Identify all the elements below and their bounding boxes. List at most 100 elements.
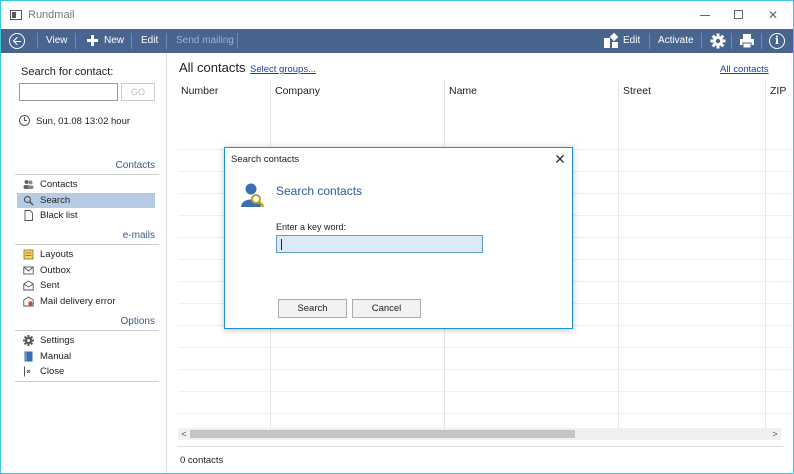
column-header-company[interactable]: Company	[275, 85, 320, 97]
status-divider	[178, 446, 783, 447]
table-row	[178, 391, 793, 392]
app-window: Rundmail ✕ View New Edit Send mailing Ed…	[0, 0, 794, 474]
layout-icon	[23, 249, 34, 260]
current-datetime: Sun, 01.08 13:02 hour	[36, 116, 131, 127]
activate-button[interactable]: Activate	[658, 29, 694, 53]
table-row	[178, 413, 793, 414]
table-row	[178, 369, 793, 370]
book-icon	[24, 351, 33, 362]
sidebar-item-layouts[interactable]: Layouts	[17, 247, 155, 262]
sidebar-item-label: Layouts	[40, 249, 74, 260]
section-options-header: Options	[15, 316, 159, 331]
toolbar-divider	[166, 33, 167, 49]
sidebar-item-mail-delivery-error[interactable]: Mail delivery error	[17, 294, 155, 309]
toolbar-divider	[701, 33, 702, 49]
toolbar-divider	[761, 33, 762, 49]
contact-count-status: 0 contacts	[180, 455, 224, 466]
plus-icon[interactable]	[87, 35, 98, 46]
edit-button[interactable]: Edit	[141, 29, 158, 53]
minimize-icon	[700, 15, 710, 16]
sidebar-item-label: Mail delivery error	[40, 296, 116, 307]
maximize-button[interactable]	[724, 5, 754, 25]
go-button[interactable]: GO	[121, 83, 155, 101]
column-divider	[765, 81, 766, 429]
search-contact-input[interactable]	[19, 83, 118, 101]
printer-icon[interactable]	[739, 33, 755, 49]
scroll-left-arrow[interactable]: <	[178, 428, 190, 440]
info-icon[interactable]: i	[769, 33, 785, 49]
title-bar: Rundmail ✕	[1, 1, 793, 29]
view-button[interactable]: View	[46, 29, 68, 53]
sidebar-item-label: Sent	[40, 280, 60, 291]
column-header-street[interactable]: Street	[623, 85, 651, 97]
clock-icon	[19, 115, 30, 126]
app-logo-icon	[10, 10, 22, 20]
sidebar-item-close[interactable]: Close	[17, 364, 155, 379]
toolbar-divider	[131, 33, 132, 49]
section-divider	[15, 381, 159, 382]
all-contacts-link[interactable]: All contacts	[720, 64, 769, 75]
magnifier-icon	[23, 195, 34, 206]
gear-icon	[23, 335, 34, 346]
select-groups-link[interactable]: Select groups...	[250, 64, 316, 75]
sidebar-item-label: Search	[40, 195, 71, 206]
sidebar-item-blacklist[interactable]: Black list	[17, 208, 155, 223]
new-button[interactable]: New	[104, 29, 124, 53]
toolbar-divider	[37, 33, 38, 49]
send-mailing-button[interactable]: Send mailing	[176, 29, 234, 53]
column-header-name[interactable]: Name	[449, 85, 477, 97]
sidebar-item-label: Black list	[40, 210, 78, 221]
close-window-button[interactable]: ✕	[758, 5, 788, 25]
section-emails-header: e-mails	[15, 230, 159, 245]
sidebar-item-label: Outbox	[40, 265, 71, 276]
exit-icon	[24, 366, 31, 377]
sidebar-item-manual[interactable]: Manual	[17, 349, 155, 364]
document-icon	[24, 210, 33, 221]
keyword-label: Enter a key word:	[276, 222, 347, 232]
section-contacts-header: Contacts	[15, 160, 159, 175]
window-title: Rundmail	[28, 9, 75, 21]
column-header-number[interactable]: Number	[181, 85, 218, 97]
text-caret	[281, 239, 282, 250]
sidebar-item-label: Close	[40, 366, 65, 377]
back-icon[interactable]	[9, 33, 25, 49]
cancel-button[interactable]: Cancel	[352, 299, 421, 318]
scroll-right-arrow[interactable]: >	[769, 428, 781, 440]
sidebar-item-label: Contacts	[40, 179, 78, 190]
tiles-icon[interactable]	[604, 32, 619, 48]
toolbar: View New Edit Send mailing Edit Activate	[1, 29, 793, 53]
dialog-close-button[interactable]: ✕	[551, 150, 569, 168]
scrollbar-thumb[interactable]	[190, 430, 575, 438]
column-divider	[618, 81, 619, 429]
keyword-input[interactable]	[276, 235, 483, 253]
people-icon	[23, 180, 34, 189]
toolbar-divider	[237, 33, 238, 49]
sidebar-item-search[interactable]: Search	[17, 193, 155, 208]
dialog-heading: Search contacts	[276, 184, 363, 198]
search-button[interactable]: Search	[278, 299, 347, 318]
sent-icon	[23, 280, 34, 291]
edit-layout-button[interactable]: Edit	[623, 29, 640, 53]
column-header-zip[interactable]: ZIP	[770, 85, 786, 97]
person-search-icon	[241, 183, 265, 208]
outbox-icon	[23, 266, 34, 275]
toolbar-divider	[75, 33, 76, 49]
minimize-button[interactable]	[690, 5, 720, 25]
search-contacts-dialog: Search contacts ✕ Search contacts Enter …	[224, 147, 573, 329]
sidebar-item-sent[interactable]: Sent	[17, 278, 155, 293]
sidebar: Search for contact: GO Sun, 01.08 13:02 …	[1, 53, 167, 473]
dialog-title: Search contacts	[231, 154, 300, 165]
sidebar-item-label: Settings	[40, 335, 75, 346]
error-mail-icon	[23, 296, 34, 307]
gear-icon[interactable]	[710, 33, 726, 49]
maximize-icon	[734, 10, 743, 19]
sidebar-item-outbox[interactable]: Outbox	[17, 263, 155, 278]
sidebar-item-settings[interactable]: Settings	[17, 333, 155, 348]
search-contact-label: Search for contact:	[21, 66, 114, 78]
horizontal-scrollbar[interactable]: < >	[178, 428, 781, 440]
sidebar-item-contacts[interactable]: Contacts	[17, 177, 155, 192]
table-row	[178, 347, 793, 348]
toolbar-divider	[649, 33, 650, 49]
page-title: All contacts	[179, 60, 246, 75]
toolbar-divider	[731, 33, 732, 49]
